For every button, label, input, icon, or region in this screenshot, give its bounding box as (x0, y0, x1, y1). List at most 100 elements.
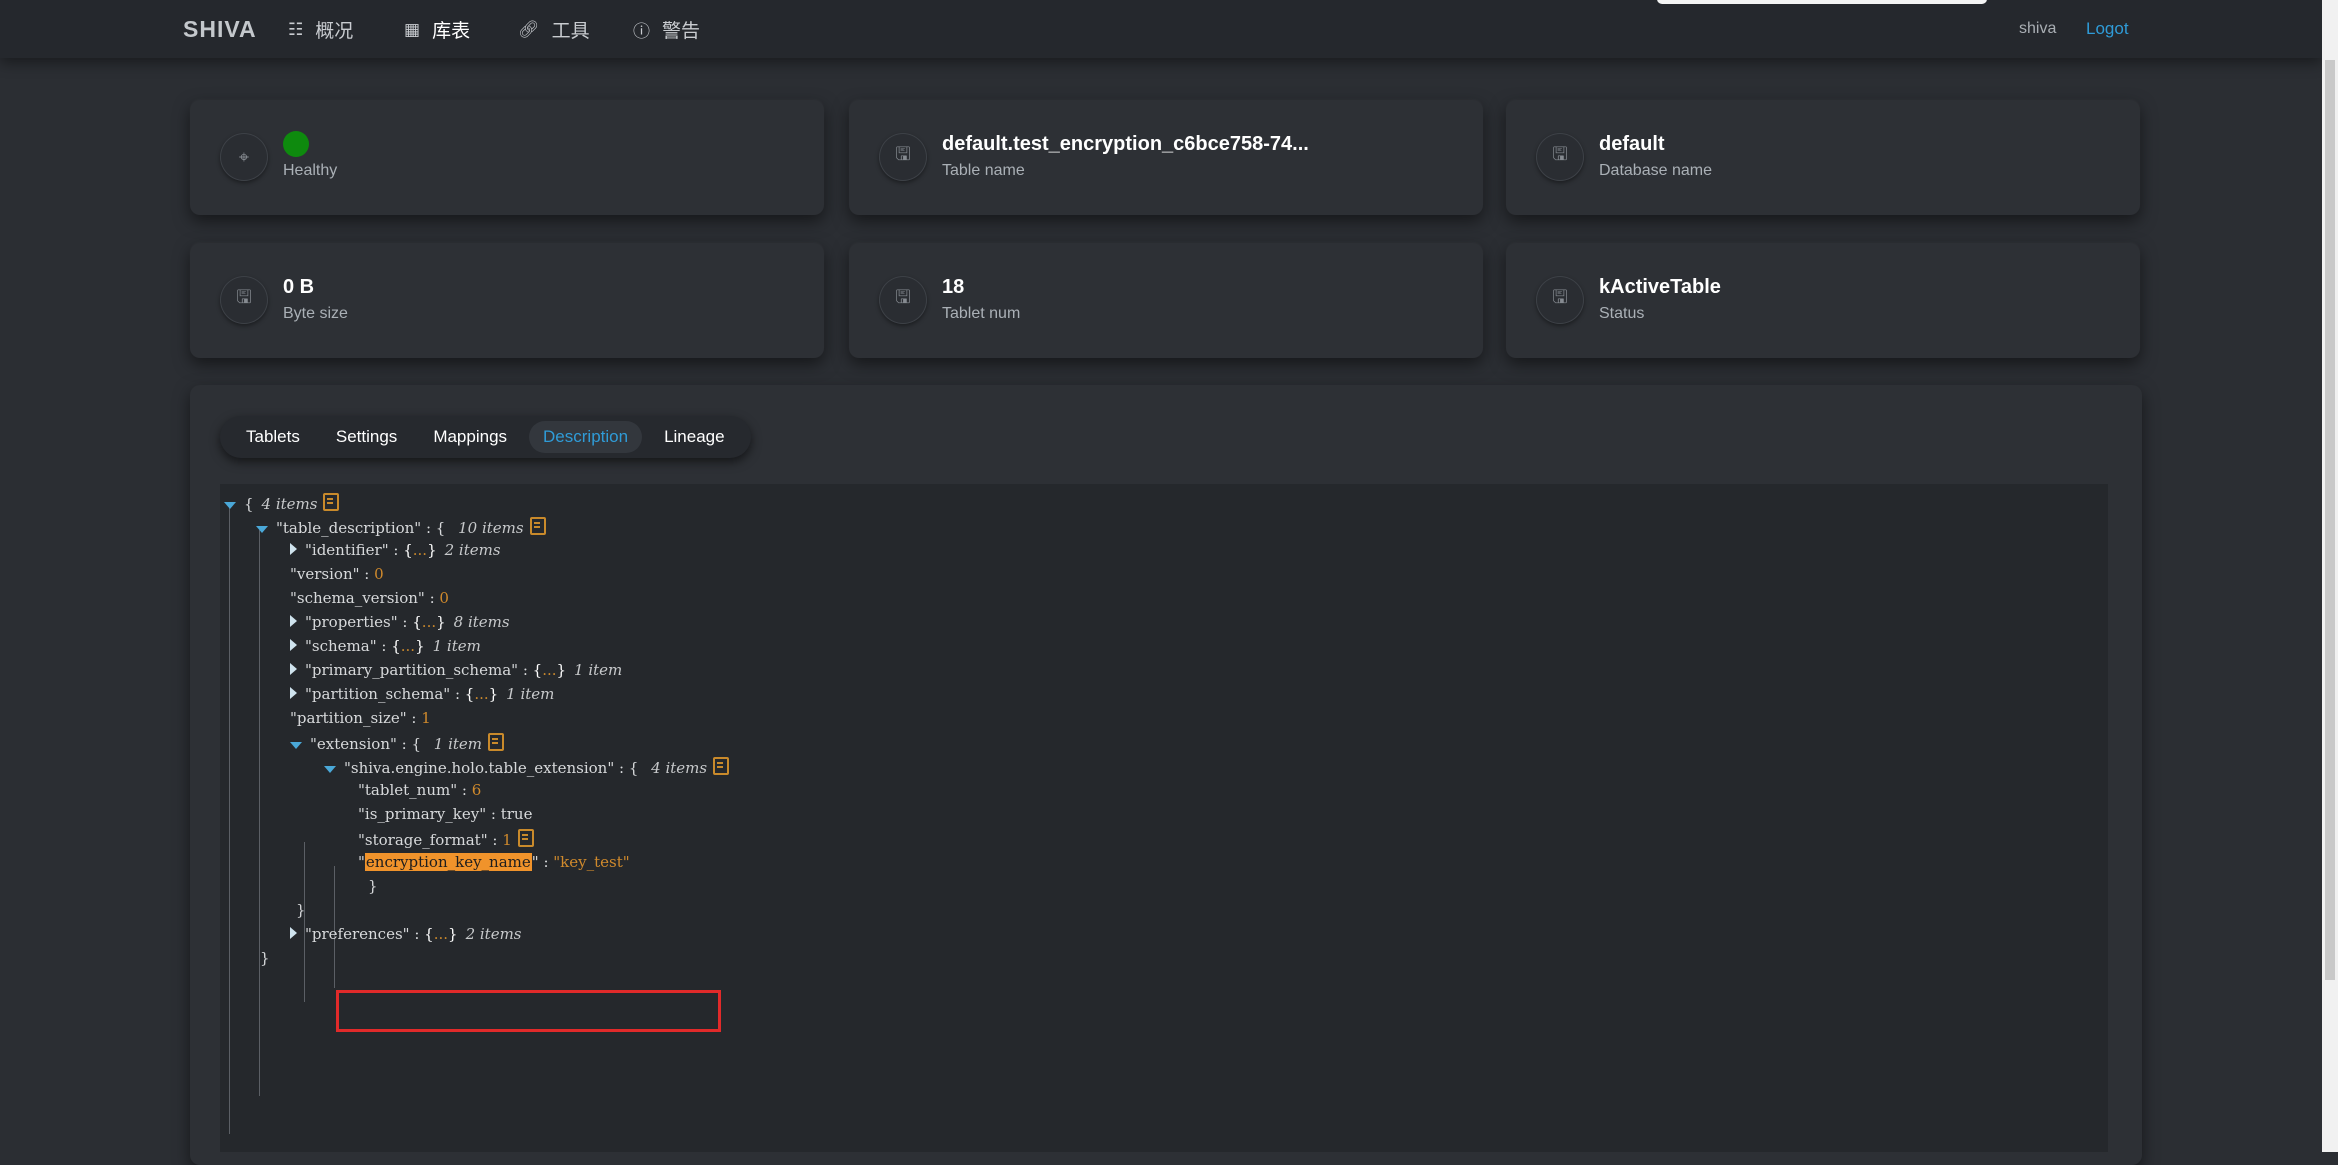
highlight-annotation-box (336, 990, 721, 1032)
copy-icon[interactable] (517, 829, 534, 847)
table-name-label: Table name (942, 162, 1025, 179)
tablet-num-value: 18 (942, 276, 965, 298)
item-count: 2 items (444, 541, 501, 559)
top-nav-bar: SHIVA ☷ 概况 ▦ 库表 🔗︎ 工具 ⓘ 警告 shiva Logot (0, 0, 2322, 58)
health-card: ⌖ Healthy (190, 100, 824, 215)
nav-item-overview[interactable]: ☷ 概况 (288, 16, 353, 43)
copy-icon[interactable] (713, 757, 730, 775)
item-count: 8 items (453, 613, 510, 631)
copy-icon[interactable] (529, 517, 546, 535)
status-label: Status (1599, 305, 1645, 322)
nav-item-alerts[interactable]: ⓘ 警告 (633, 16, 700, 43)
item-count: 1 item (506, 685, 555, 703)
json-closing-brace: } (296, 901, 306, 919)
copy-icon[interactable] (488, 733, 505, 751)
json-value: 1 (421, 709, 431, 727)
username: shiva (2019, 20, 2057, 37)
json-value: true (500, 805, 533, 823)
nav-item-label: 工具 (551, 21, 590, 42)
json-value: 0 (439, 589, 449, 607)
json-key: "partition_size" (290, 709, 407, 727)
tab-mappings[interactable]: Mappings (419, 421, 521, 453)
brand-logo[interactable]: SHIVA (183, 16, 257, 43)
save-icon: 🖫︎ (879, 133, 927, 181)
json-row-version: "version" : 0 (290, 565, 384, 583)
json-row-table-description: "table_description" : { 10 items (256, 517, 546, 537)
status-value: kActiveTable (1599, 276, 1721, 298)
database-name-card: 🖫︎ default Database name (1506, 100, 2140, 215)
collapsed-object[interactable]: {...} (465, 685, 498, 703)
search-input[interactable] (1657, 0, 1987, 4)
json-row-partition-schema: "partition_schema" : {...} 1 item (290, 685, 554, 703)
collapse-arrow-icon[interactable] (290, 742, 302, 749)
collapsed-object[interactable]: {...} (391, 637, 424, 655)
json-key: "extension" (310, 735, 397, 753)
json-row-encryption-key-name: "encryption_key_name" : "key_test" (358, 853, 630, 871)
json-value: "key_test" (553, 853, 630, 871)
indent-guide (304, 842, 305, 1002)
tablet-num-label: Tablet num (942, 305, 1021, 322)
tablet-num-card: 🖫︎ 18 Tablet num (849, 243, 1483, 358)
json-row-tablet-num: "tablet_num" : 6 (358, 781, 482, 799)
copy-icon[interactable] (323, 493, 340, 511)
database-name-label: Database name (1599, 162, 1712, 179)
item-count: 2 items (465, 925, 522, 943)
json-row-schema: "schema" : {...} 1 item (290, 637, 481, 655)
json-key: "storage_format" (358, 831, 488, 849)
table-name-value: default.test_encryption_c6bce758-74... (942, 133, 1309, 155)
save-icon: 🖫︎ (879, 276, 927, 324)
json-value: 6 (471, 781, 482, 799)
scrollbar-thumb[interactable] (2325, 60, 2335, 980)
nav-item-label: 概况 (315, 21, 354, 42)
collapse-arrow-icon[interactable] (256, 526, 268, 533)
tab-settings[interactable]: Settings (322, 421, 411, 453)
expand-arrow-icon[interactable] (290, 615, 297, 627)
item-count: 1 item (574, 661, 623, 679)
collapsed-object[interactable]: {...} (403, 541, 436, 559)
collapsed-object[interactable]: {...} (412, 613, 445, 631)
expand-arrow-icon[interactable] (290, 927, 297, 939)
json-row-extension: "extension" : { 1 item (290, 733, 505, 753)
expand-arrow-icon[interactable] (290, 543, 297, 555)
json-key: "properties" (305, 613, 398, 631)
json-row-properties: "properties" : {...} 8 items (290, 613, 510, 631)
nav-item-tables[interactable]: ▦ 库表 (404, 16, 470, 43)
collapse-arrow-icon[interactable] (324, 766, 336, 773)
collapsed-object[interactable]: {...} (424, 925, 457, 943)
tab-lineage[interactable]: Lineage (650, 421, 739, 453)
expand-arrow-icon[interactable] (290, 687, 297, 699)
json-row-is-primary-key: "is_primary_key" : true (358, 805, 533, 823)
collapse-arrow-icon[interactable] (224, 502, 236, 509)
json-key: "preferences" (305, 925, 410, 943)
json-key: "is_primary_key" (358, 805, 487, 823)
link-icon: 🔗︎ (518, 19, 540, 39)
json-row-preferences: "preferences" : {...} 2 items (290, 925, 522, 943)
json-key: "tablet_num" (358, 781, 458, 799)
save-icon: 🖫︎ (1536, 133, 1584, 181)
json-row-partition-size: "partition_size" : 1 (290, 709, 431, 727)
tab-bar: Tablets Settings Mappings Description Li… (220, 416, 751, 458)
json-key: "schema" (305, 637, 377, 655)
logout-link[interactable]: Logot (2086, 19, 2129, 39)
json-closing-brace: } (260, 949, 270, 967)
tab-tablets[interactable]: Tablets (232, 421, 314, 453)
json-value: 1 (502, 831, 512, 849)
info-icon: ⓘ (633, 22, 650, 41)
nav-item-label: 警告 (662, 21, 701, 42)
json-row-table-extension: "shiva.engine.holo.table_extension" : { … (324, 757, 730, 777)
json-closing-brace: } (368, 877, 378, 895)
byte-size-value: 0 B (283, 276, 315, 298)
expand-arrow-icon[interactable] (290, 663, 297, 675)
table-name-card: 🖫︎ default.test_encryption_c6bce758-74..… (849, 100, 1483, 215)
tab-description[interactable]: Description (529, 421, 643, 453)
collapsed-object[interactable]: {...} (533, 661, 566, 679)
expand-arrow-icon[interactable] (290, 639, 297, 651)
nav-item-tools[interactable]: 🔗︎ 工具 (518, 16, 590, 43)
json-value: 0 (374, 565, 384, 583)
item-count: 1 item (433, 735, 483, 753)
item-count: 4 items (651, 759, 708, 777)
json-key: "table_description" (276, 519, 422, 537)
json-key: "identifier" (305, 541, 389, 559)
json-root-row: {4 items (224, 493, 340, 513)
json-row-identifier: "identifier" : {...} 2 items (290, 541, 501, 559)
